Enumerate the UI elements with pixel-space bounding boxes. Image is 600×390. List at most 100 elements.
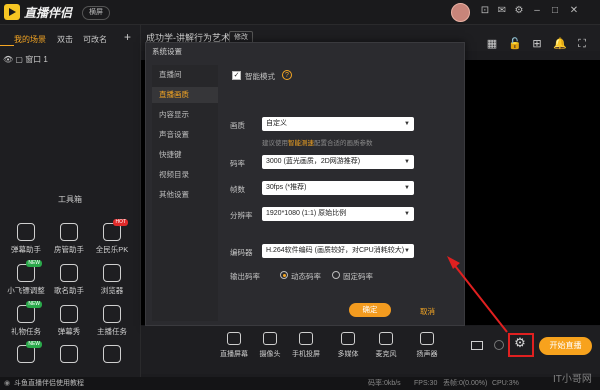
shirt-icon[interactable]: ⊡: [480, 6, 490, 16]
bell-icon[interactable]: 🔔: [553, 38, 567, 50]
settings-nav: 直播间直播画质内容显示声音设置快捷键视频目录其他设置: [152, 65, 218, 321]
clock-icon[interactable]: [494, 340, 504, 350]
tutorial-link[interactable]: 斗鱼直播伴侣使用教程: [14, 377, 84, 390]
maximize-icon[interactable]: □: [550, 6, 560, 16]
hint-text: 建议使用: [262, 140, 288, 147]
settings-nav-item[interactable]: 快捷键: [152, 147, 218, 163]
toolbar-item[interactable]: 摄像头: [253, 332, 287, 359]
quality-label: 画质: [230, 121, 245, 130]
tab-rename[interactable]: 可改名: [83, 34, 107, 45]
dynamic-rate-label: 动态码率: [291, 272, 321, 281]
settings-nav-item[interactable]: 直播画质: [152, 87, 218, 103]
avatar[interactable]: [451, 3, 470, 22]
status-bar: ◉ 斗鱼直播伴侣使用教程 码率:0kb/s FPS:30 丢帧:0(0.00%)…: [0, 377, 600, 390]
rate-mode-label: 输出码率: [230, 272, 260, 281]
toolbar-item[interactable]: 多媒体: [331, 332, 365, 359]
mail-icon[interactable]: ✉: [497, 6, 507, 16]
fixed-rate-radio[interactable]: [332, 271, 340, 279]
tool-item[interactable]: NEW 小飞镖调整: [5, 260, 47, 304]
settings-nav-item[interactable]: 其他设置: [152, 187, 218, 203]
admin-icon: [60, 223, 78, 241]
screen-icon: [227, 332, 241, 345]
bitrate-select[interactable]: 3000 (蓝光画质，2D网游推荐): [262, 155, 414, 169]
quality-hint: 建议使用智能测速配置合适的画质参数: [262, 137, 373, 147]
tool-badge: NEW: [26, 301, 42, 308]
orientation-select[interactable]: 横屏: [82, 6, 110, 20]
fps-label: 帧数: [230, 185, 245, 194]
start-live-button[interactable]: 开始直播: [539, 337, 592, 355]
tool-item[interactable]: NEW 礼物任务: [5, 301, 47, 345]
tool-label: 房管助手: [54, 245, 84, 254]
settings-nav-item[interactable]: 声音设置: [152, 127, 218, 143]
tool-label: 小飞镖调整: [7, 286, 45, 295]
tool-badge: HOT: [113, 219, 128, 226]
settings-gear-icon[interactable]: ⚙: [513, 336, 527, 350]
tool-label: 弹幕秀: [57, 327, 81, 336]
tab-double-click[interactable]: 双击: [57, 34, 73, 45]
tool-item[interactable]: 浏览器: [91, 264, 133, 304]
dynamic-rate-radio[interactable]: [280, 271, 288, 279]
toolbar-item[interactable]: 麦克风: [369, 332, 403, 359]
tool-label: 弹幕助手: [11, 245, 41, 254]
help-icon[interactable]: ?: [282, 70, 292, 80]
tool-label: 全民乐PK: [95, 245, 129, 254]
toolbar-item[interactable]: 扬声器: [410, 332, 444, 359]
close-icon[interactable]: ✕: [569, 6, 579, 16]
tool-item[interactable]: HOT 全民乐PK: [91, 219, 133, 263]
dialog-title: 系统设置: [152, 47, 182, 56]
hint-text-suffix: 配置合适的画质参数: [314, 140, 373, 147]
settings-dialog: 系统设置 直播间直播画质内容显示声音设置快捷键视频目录其他设置 ✓ 智能模式 ?…: [145, 42, 465, 326]
resolution-select[interactable]: 1920*1080 (1:1) 原始比例: [262, 207, 414, 221]
record-icon[interactable]: [471, 341, 483, 350]
gear-icon[interactable]: ⚙: [514, 6, 524, 16]
danmaku-show-icon: [60, 305, 78, 323]
speed-test-link[interactable]: 智能测速: [288, 140, 314, 147]
scene-item-label: 窗口 1: [25, 55, 48, 64]
danmaku-icon: [17, 223, 35, 241]
bitrate-label: 码率: [230, 159, 245, 168]
tool-item[interactable]: 主播任务: [91, 305, 133, 345]
layout-icon[interactable]: ⊞: [531, 38, 543, 50]
settings-nav-item[interactable]: 视频目录: [152, 167, 218, 183]
grid-icon[interactable]: ▦: [486, 38, 498, 50]
active-tab-underline: [0, 45, 14, 46]
toolbar-item[interactable]: 手机投屏: [289, 332, 323, 359]
toolbar-item-label: 扬声器: [416, 351, 438, 358]
settings-nav-item[interactable]: 直播间: [152, 67, 218, 83]
pk-tool-icon: [103, 345, 121, 363]
encoder-label: 编码器: [230, 248, 253, 257]
scene-item[interactable]: 👁 ▢ 窗口 1: [3, 54, 48, 65]
play-icon: [4, 4, 20, 20]
task-icon: [103, 305, 121, 323]
tool-item[interactable]: 歌名助手: [48, 264, 90, 304]
fps-select[interactable]: 30fps (*推荐): [262, 181, 414, 195]
dart-icon: NEW: [17, 260, 42, 282]
lock-icon[interactable]: 🔓: [508, 38, 522, 50]
bitrate-status: 码率:0kb/s: [368, 380, 401, 387]
resolution-label: 分辨率: [230, 211, 253, 220]
add-scene-button[interactable]: +: [124, 30, 131, 44]
toolbar-item-label: 直播屏幕: [220, 351, 248, 358]
eye-icon[interactable]: 👁: [3, 55, 13, 64]
fullscreen-icon[interactable]: ⛶: [576, 38, 588, 50]
browser-icon: [103, 264, 121, 282]
smart-mode-checkbox[interactable]: ✓: [232, 71, 241, 80]
app-title: 直播伴侣: [24, 6, 73, 20]
settings-content: ✓ 智能模式 ? 画质 自定义 建议使用智能测速配置合适的画质参数 码率 300…: [222, 65, 458, 321]
toolbar-item[interactable]: 直播屏幕: [217, 332, 251, 359]
tab-my-scenes[interactable]: 我的场景: [14, 34, 46, 45]
ok-button[interactable]: 确定: [349, 303, 391, 317]
help-status-icon: ◉: [4, 380, 11, 387]
cpu-status: CPU:3%: [492, 380, 519, 387]
tool-item[interactable]: 弹幕助手: [5, 223, 47, 263]
tool-item[interactable]: 弹幕秀: [48, 305, 90, 345]
minimize-icon[interactable]: –: [532, 6, 542, 16]
more-icon: NEW: [17, 341, 42, 363]
camera-icon: [263, 332, 277, 345]
toolbar-item-label: 多媒体: [337, 351, 359, 358]
quality-select[interactable]: 自定义: [262, 117, 414, 131]
tool-item[interactable]: 房管助手: [48, 223, 90, 263]
settings-nav-item[interactable]: 内容显示: [152, 107, 218, 123]
cancel-button[interactable]: 取消: [420, 306, 435, 317]
encoder-select[interactable]: H.264软件编码 (画质较好，对CPU消耗较大): [262, 244, 414, 258]
